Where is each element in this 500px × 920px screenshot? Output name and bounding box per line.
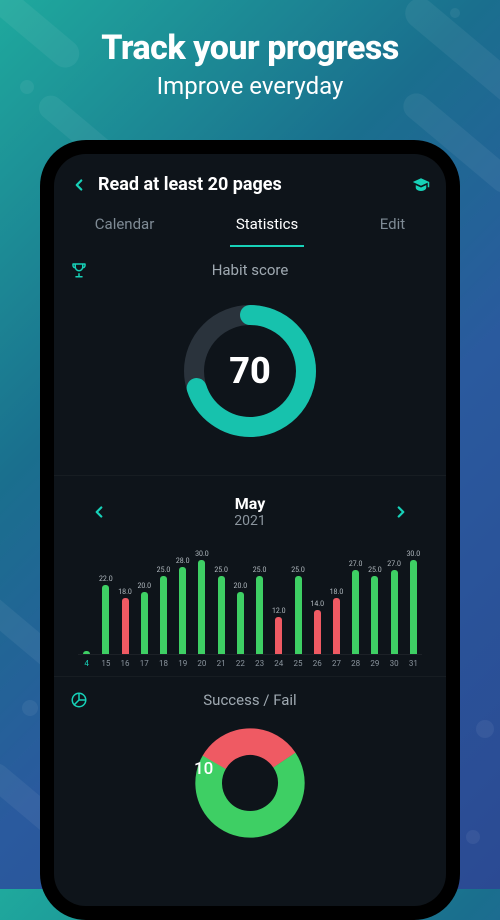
bar-day-21: 25.0 [213,537,230,654]
tab-edit[interactable]: Edit [374,205,411,247]
bar [371,576,378,654]
bar [352,570,359,654]
bar [83,651,90,654]
bar [391,570,398,654]
prev-month-button[interactable] [86,497,112,527]
bar-day-27: 18.0 [328,537,345,654]
bar-day-28: 27.0 [347,537,364,654]
success-fail-title: Success / Fail [70,691,430,709]
bar-value-label: 25.0 [157,567,171,574]
top-bar: Read at least 20 pages [54,154,446,205]
bar-day-25: 25.0 [289,537,306,654]
bar [275,617,282,655]
bar-day-30: 27.0 [386,537,403,654]
bar-x-label: 22 [232,659,249,668]
bar-value-label: 25.0 [214,567,228,574]
bar-day-17: 20.0 [136,537,153,654]
bar [198,560,205,654]
bar-day-18: 25.0 [155,537,172,654]
graduation-cap-icon[interactable] [412,176,430,194]
next-month-button[interactable] [388,497,414,527]
bar-value-label: 25.0 [253,567,267,574]
bar [218,576,225,654]
bar [237,592,244,655]
habit-score-value: 70 [180,301,320,441]
phone-frame: Read at least 20 pages Calendar Statisti… [40,140,460,920]
bar-day-26: 14.0 [309,537,326,654]
bar-value-label: 27.0 [387,561,401,568]
bar-x-label: 17 [136,659,153,668]
bar [122,598,129,654]
bar-x-label: 19 [174,659,191,668]
page-title: Read at least 20 pages [98,174,412,195]
bar-x-label: 15 [97,659,114,668]
bar [256,576,263,654]
bar-x-label: 30 [386,659,403,668]
bar [410,560,417,654]
bar-day-15: 22.0 [97,537,114,654]
promo-heading: Track your progress [0,28,500,68]
bar-day-19: 28.0 [174,537,191,654]
habit-score-title: Habit score [70,261,430,279]
daily-pages-chart: 22.0 18.0 20.0 25.0 28.0 30.0 25.0 20.0 25.0 12.0… [70,531,430,668]
bar-value-label: 25.0 [291,567,305,574]
bar-day-23: 25.0 [251,537,268,654]
bar-value-label: 18.0 [330,589,344,596]
bar-value-label: 12.0 [272,608,286,615]
pie-chart-icon [70,691,88,709]
bar-x-label: 21 [213,659,230,668]
bar [295,576,302,654]
bar-day-4 [78,537,95,654]
bar-x-label: 31 [405,659,422,668]
bar-x-label: 25 [289,659,306,668]
bar-x-label: 23 [251,659,268,668]
bar [102,585,109,654]
bar-day-20: 30.0 [193,537,210,654]
tab-calendar[interactable]: Calendar [89,205,161,247]
bar-value-label: 28.0 [176,558,190,565]
bar-value-label: 30.0 [407,551,421,558]
bar-x-label: 26 [309,659,326,668]
bar-x-label: 18 [155,659,172,668]
fail-count-label: 10 [194,759,213,779]
bar-value-label: 27.0 [349,561,363,568]
bar [314,610,321,654]
bar-day-31: 30.0 [405,537,422,654]
bar [160,576,167,654]
bar [141,592,148,655]
monthly-chart-section: May 2021 22.0 18.0 20.0 25.0 28.0 30.0 25.0 20.… [54,476,446,676]
bar-x-label: 29 [366,659,383,668]
tab-bar: Calendar Statistics Edit [54,205,446,247]
back-icon[interactable] [70,176,98,194]
bar-x-label: 16 [116,659,133,668]
bar-value-label: 30.0 [195,551,209,558]
bar-value-label: 14.0 [310,601,324,608]
promo-subheading: Improve everyday [0,72,500,100]
success-fail-donut: 10 [160,723,340,843]
bar-x-label: 4 [78,659,95,668]
habit-score-ring: 70 [180,301,320,441]
success-fail-section: Success / Fail 10 [54,677,446,857]
bar-x-label: 27 [328,659,345,668]
bar-value-label: 25.0 [368,567,382,574]
bar-day-16: 18.0 [116,537,133,654]
trophy-icon [70,261,88,279]
bar-day-22: 20.0 [232,537,249,654]
bar-x-label: 20 [193,659,210,668]
bar-value-label: 18.0 [118,589,132,596]
tab-statistics[interactable]: Statistics [230,205,304,247]
bar-value-label: 20.0 [137,583,151,590]
bar [333,598,340,654]
month-year: 2021 [234,513,265,529]
bar-day-24: 12.0 [270,537,287,654]
bar-x-label: 24 [270,659,287,668]
habit-score-section: Habit score 70 [54,247,446,475]
bar-value-label: 20.0 [234,583,248,590]
bar-value-label: 22.0 [99,576,113,583]
bar [179,567,186,655]
bar-day-29: 25.0 [366,537,383,654]
month-name: May [234,494,265,513]
bar-x-label: 28 [347,659,364,668]
